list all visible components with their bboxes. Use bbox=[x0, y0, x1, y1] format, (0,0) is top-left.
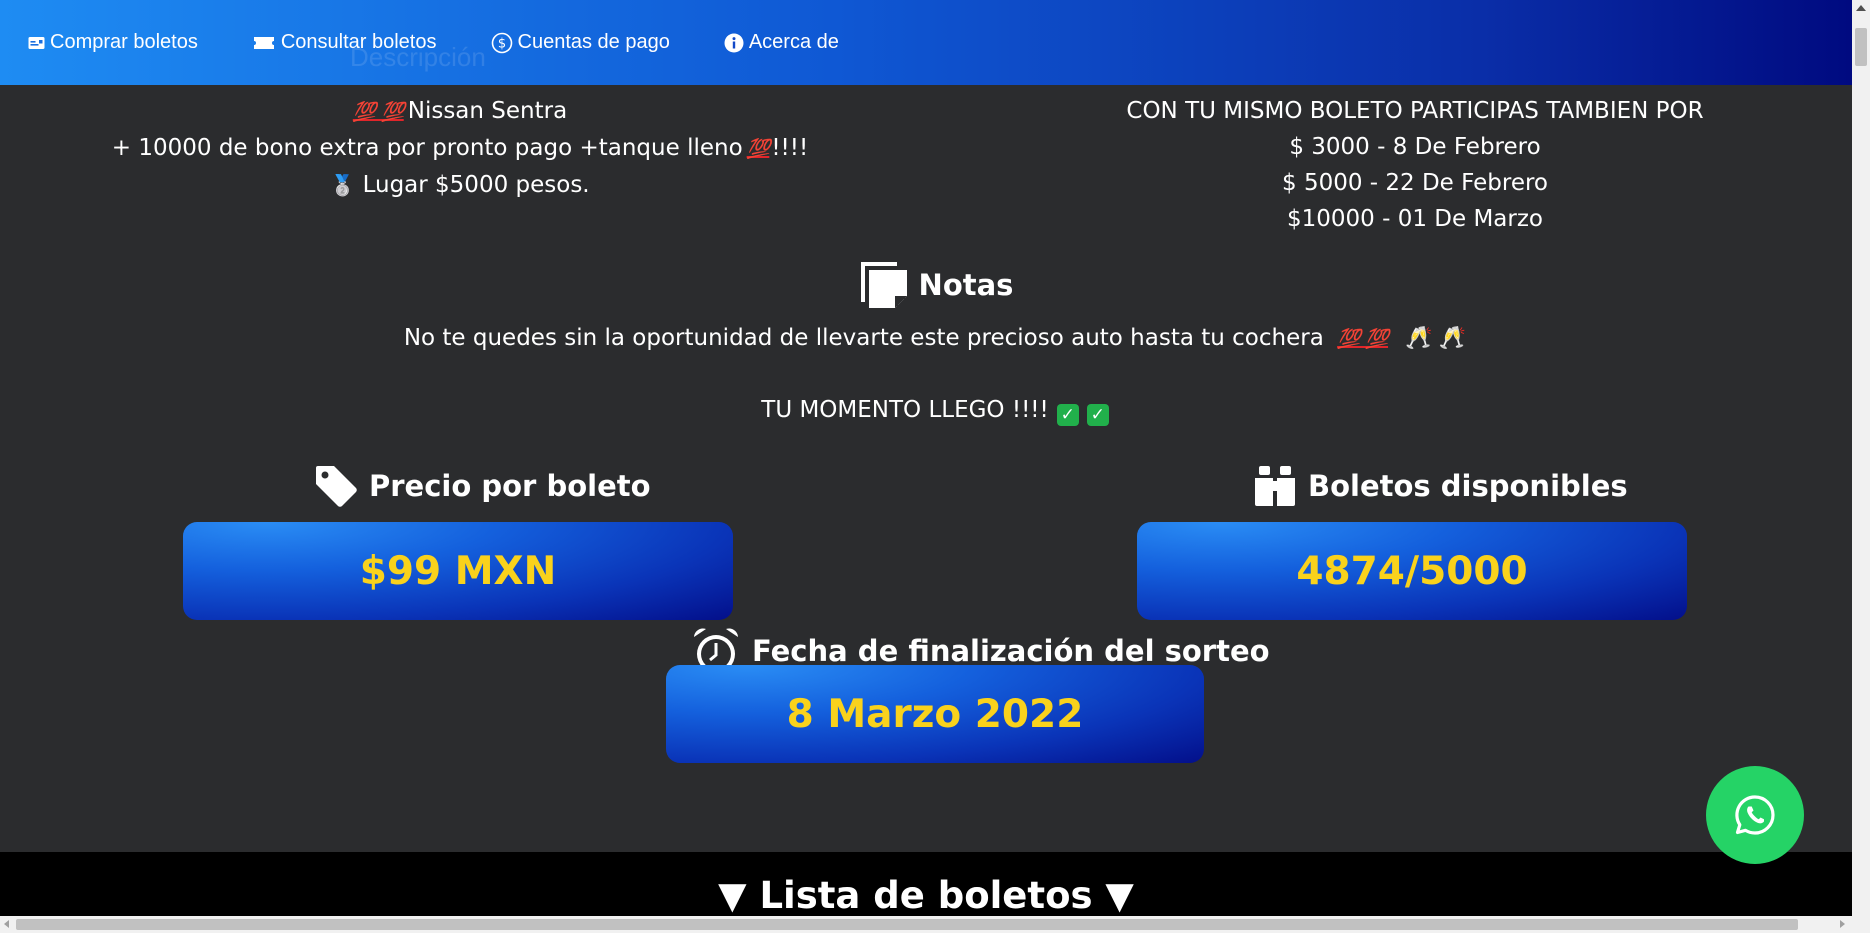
horizontal-scroll-thumb[interactable] bbox=[16, 919, 1798, 930]
nav-item-comprar-boletos[interactable]: Comprar boletos bbox=[28, 31, 198, 54]
nav-item-cuentas-de-pago[interactable]: $ Cuentas de pago bbox=[491, 31, 670, 54]
second-place-medal-icon: 🥈 bbox=[330, 173, 356, 197]
second-prize-text: Lugar $5000 pesos. bbox=[362, 172, 590, 198]
scroll-left-icon[interactable] bbox=[4, 920, 9, 928]
nav-label-cuentas: Cuentas de pago bbox=[517, 31, 670, 53]
extra-draws-heading: CON TU MISMO BOLETO PARTICIPAS TAMBIEN P… bbox=[1126, 98, 1704, 124]
available-heading: Boletos disponibles bbox=[1252, 463, 1628, 509]
bonus-suffix: !!!! bbox=[771, 135, 809, 161]
scroll-up-icon[interactable] bbox=[1856, 5, 1866, 11]
second-prize: 🥈 Lugar $5000 pesos. bbox=[70, 167, 850, 203]
champagne-glass-icon: 🥂 bbox=[1405, 326, 1433, 351]
price-box: $99 MXN bbox=[183, 522, 733, 620]
whatsapp-button[interactable] bbox=[1706, 766, 1804, 864]
bonus-line: + 10000 de bono extra por pronto pago +t… bbox=[70, 130, 850, 167]
notes-body: No te quedes sin la oportunidad de lleva… bbox=[403, 325, 1324, 351]
available-title: Boletos disponibles bbox=[1308, 469, 1628, 503]
hundred-emoji-icon: 💯 💯 bbox=[352, 101, 405, 123]
nav-item-acerca-de[interactable]: Acerca de bbox=[724, 31, 839, 54]
extra-draw-line: $ 5000 - 22 De Febrero bbox=[1282, 170, 1548, 196]
binoculars-icon bbox=[1255, 466, 1295, 506]
nav-label-acerca: Acerca de bbox=[748, 31, 839, 53]
hundred-emoji-icon: 💯 bbox=[746, 138, 771, 160]
dollar-circle-icon: $ bbox=[491, 32, 513, 54]
whatsapp-icon bbox=[1735, 795, 1775, 835]
first-prize: 💯 💯 Nissan Sentra bbox=[70, 93, 850, 130]
notes-title: Notas bbox=[918, 268, 1014, 302]
extra-draw-line: $ 3000 - 8 De Febrero bbox=[1289, 134, 1541, 160]
ticket-list-title: ▼ Lista de boletos ▼ bbox=[718, 874, 1134, 917]
ticket-list-section: ▼ Lista de boletos ▼ bbox=[0, 852, 1852, 917]
moment-label: TU MOMENTO LLEGO !!!! bbox=[761, 397, 1049, 423]
price-value: $99 MXN bbox=[359, 548, 557, 594]
price-heading: Precio por boleto bbox=[313, 463, 651, 509]
ticket-icon bbox=[252, 36, 276, 50]
extra-draws-block: CON TU MISMO BOLETO PARTICIPAS TAMBIEN P… bbox=[1070, 93, 1760, 237]
page: Descripción Comprar boletos Consultar bo… bbox=[0, 0, 1870, 933]
champagne-glass-icon: 🥂 bbox=[1438, 326, 1467, 351]
available-box: 4874/5000 bbox=[1137, 522, 1687, 620]
info-icon bbox=[724, 33, 744, 53]
first-prize-text: Nissan Sentra bbox=[407, 98, 568, 124]
moment-text: TU MOMENTO LLEGO !!!! ✓ ✓ bbox=[0, 397, 1870, 426]
bonus-text: + 10000 de bono extra por pronto pago +t… bbox=[111, 135, 743, 161]
available-value: 4874/5000 bbox=[1296, 548, 1528, 594]
extra-draw-line: $10000 - 01 De Marzo bbox=[1286, 206, 1543, 232]
scroll-right-icon[interactable] bbox=[1840, 920, 1845, 928]
notes-heading: Notas bbox=[0, 258, 1870, 312]
main-content: 💯 💯 Nissan Sentra + 10000 de bono extra p… bbox=[0, 85, 1852, 851]
vertical-scrollbar[interactable] bbox=[1852, 0, 1870, 916]
end-date-box: 8 Marzo 2022 bbox=[666, 665, 1204, 763]
check-mark-icon: ✓ bbox=[1086, 404, 1109, 426]
end-date-title: Fecha de finalización del sorteo bbox=[752, 634, 1270, 668]
horizontal-scrollbar[interactable] bbox=[0, 916, 1870, 933]
price-tag-icon bbox=[316, 466, 357, 507]
svg-text:$: $ bbox=[497, 36, 505, 51]
vertical-scroll-thumb[interactable] bbox=[1855, 28, 1867, 66]
nav-ghost-text: Descripción bbox=[350, 42, 486, 72]
hundred-emoji-icon: 💯 💯 bbox=[1337, 328, 1389, 350]
price-title: Precio por boleto bbox=[369, 469, 651, 503]
nav-label-comprar: Comprar boletos bbox=[50, 31, 198, 53]
check-mark-icon: ✓ bbox=[1056, 404, 1079, 426]
end-date-value: 8 Marzo 2022 bbox=[786, 691, 1084, 737]
notes-text: No te quedes sin la oportunidad de lleva… bbox=[0, 325, 1870, 351]
prizes-block: 💯 💯 Nissan Sentra + 10000 de bono extra p… bbox=[70, 93, 850, 203]
ticket-card-icon bbox=[28, 36, 45, 50]
sticky-notes-icon bbox=[860, 262, 907, 308]
top-navbar: Descripción Comprar boletos Consultar bo… bbox=[0, 0, 1852, 85]
